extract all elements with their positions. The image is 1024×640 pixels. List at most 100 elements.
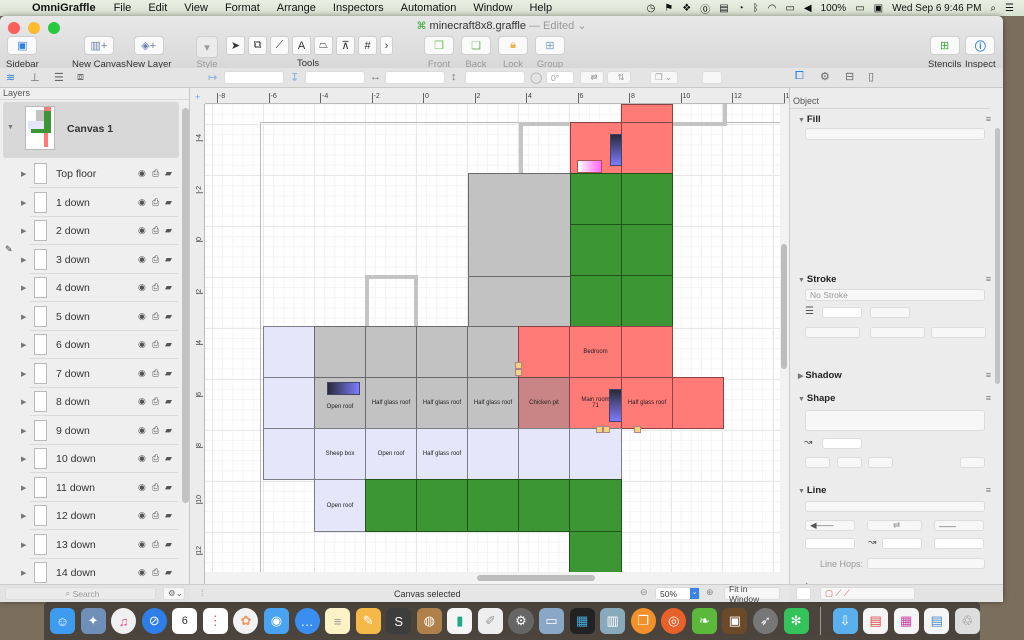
trash-icon[interactable]: ♲ [954,608,980,634]
printer-icon[interactable]: ⎙ [152,311,159,322]
printer-icon[interactable]: ⎙ [152,168,159,179]
half-glass-roof-cell[interactable]: Half glass roof [621,377,673,429]
green-cell[interactable] [570,224,622,276]
gray-block[interactable] [468,276,571,327]
document-title[interactable]: ⌘ minecraft8x8.graffle — Edited ⌄ [0,19,1003,32]
photos-icon[interactable]: ✿ [233,608,259,634]
canvas-outline-icon[interactable]: ⧈ [77,71,84,84]
arrange-popup[interactable]: ❐ ⌄ [650,71,678,84]
half-glass-roof-cell[interactable]: Half glass roof [416,377,468,429]
disclosure-icon[interactable]: ▶ [21,313,26,321]
printer-icon[interactable]: ⎙ [152,396,159,407]
visibility-eye-icon[interactable]: ◉ [138,453,146,464]
pen-tool-icon[interactable]: ⏢ [314,36,333,55]
swap-arrows-button[interactable]: ⇄ [867,520,922,531]
menu-inspectors[interactable]: Inspectors [333,2,384,14]
lock-icon[interactable]: ▰ [165,225,172,236]
visibility-eye-icon[interactable]: ◉ [138,168,146,179]
lock-icon[interactable]: ▰ [165,482,172,493]
lock-icon[interactable]: ▰ [165,339,172,350]
disclosure-icon[interactable]: ▶ [21,227,26,235]
lock-icon[interactable]: ▰ [165,425,172,436]
onepassword-icon[interactable]: ⓪ [700,1,710,16]
printer-icon[interactable]: ⎙ [152,425,159,436]
sidebar-button[interactable]: ▣ Sidebar [6,36,39,70]
red-cell[interactable] [518,326,570,378]
notes-app-icon[interactable]: ≡ [325,608,351,634]
finder-icon[interactable]: ☺ [50,608,76,634]
layer-row[interactable]: ▶ 14 down ◉ ⎙ ▰ [21,559,178,587]
time-machine-icon[interactable]: ◔ [738,3,744,14]
printer-icon[interactable]: ⎙ [152,482,159,493]
gray-cell[interactable] [467,326,519,378]
clock[interactable]: Wed Sep 6 9:46 PM [892,3,981,14]
more-tools-icon[interactable]: › [380,36,393,55]
selection-tool-icon[interactable]: ➤ [226,36,245,55]
new-canvas-button[interactable]: ▥+ New Canvas [72,36,126,70]
cap-style-buttons[interactable] [931,327,986,338]
properties-inspector-tab[interactable]: ⚙ [820,70,830,83]
lavender-cell[interactable] [263,326,315,378]
bedroom-cell[interactable]: Bedroom [569,326,622,378]
layer-row[interactable]: ▶ 4 down ◉ ⎙ ▰ [21,274,178,302]
canvas-item[interactable]: ▼ Canvas 1 [3,102,179,158]
lock-icon[interactable]: ▰ [165,510,172,521]
lock-button[interactable]: 🔒︎ Lock [498,36,528,70]
line-section-header[interactable]: ▼ Line [798,485,826,496]
chicken-pit-cell[interactable]: Chicken pit [518,377,570,429]
tweetbot-icon[interactable]: ◉ [263,608,289,634]
shape-op-button[interactable] [837,457,862,468]
shadow-section-header[interactable]: ▶ Shadow [798,370,842,381]
gray-cell[interactable] [416,326,468,378]
half-glass-roof-cell[interactable]: Half glass roof [467,377,519,429]
lock-icon[interactable]: ▰ [165,282,172,293]
green-cell[interactable] [621,275,673,327]
keynote-icon[interactable]: ✎ [355,608,381,634]
stroke-color-popup[interactable] [805,327,860,338]
printer-icon[interactable]: ⎙ [152,510,159,521]
head-arrow-popup[interactable]: —— [934,520,984,531]
layer-row[interactable]: ▶ 11 down ◉ ⎙ ▰ [21,474,178,502]
printer-icon[interactable]: ⎙ [152,254,159,265]
menu-edit[interactable]: Edit [148,2,167,14]
lavender-cell[interactable] [263,428,315,480]
x-position-field[interactable] [224,71,284,84]
tail-arrow-popup[interactable]: ◀—— [805,520,855,531]
safari-icon[interactable]: ⊘ [141,608,167,634]
firefox-icon[interactable]: ◎ [661,608,687,634]
connection-handle[interactable] [515,369,522,376]
spotlight-icon[interactable]: ⌕ [990,3,996,14]
network-icon[interactable]: ⚑ [664,3,673,14]
slack-icon[interactable]: S [386,608,412,634]
airplay-icon[interactable]: ▭ [785,3,794,14]
timer-icon[interactable]: ◷ [647,3,656,14]
layer-row[interactable]: ▶ 9 down ◉ ⎙ ▰ [21,417,178,445]
red-cell[interactable] [621,326,673,378]
open-roof-cell[interactable]: Open roof [314,479,366,532]
sidebar-scrollbar[interactable] [182,108,189,503]
connection-handle[interactable] [515,362,522,369]
notes-icon[interactable]: ▤ [719,3,728,14]
contacts-icon[interactable]: ◍ [416,608,442,634]
menu-view[interactable]: View [184,2,208,14]
stroke-section-header[interactable]: ▼ Stroke [798,274,836,285]
battery-icon[interactable]: ▭ [855,3,864,14]
printer-icon[interactable]: ⎙ [152,539,159,550]
disclosure-icon[interactable]: ▶ [21,484,26,492]
style-well[interactable] [796,587,811,600]
fit-in-window-button[interactable]: Fit in Window [724,584,780,602]
disclosure-icon[interactable]: ▶ [21,341,26,349]
dropbox-icon[interactable]: ❖ [682,3,691,14]
canvas-size-icon[interactable]: ⊥ [30,71,40,84]
new-layer-button[interactable]: ◈+ New Layer [126,36,171,70]
width-field[interactable] [385,71,445,84]
object-inspector-tab[interactable]: ⧠ [795,70,804,83]
zoom-out-icon[interactable]: ⊖ [640,587,648,598]
display-icon[interactable]: ▣ [874,3,883,14]
green-cell[interactable] [569,479,622,532]
gray-cell[interactable] [314,326,366,378]
itunes-icon[interactable]: ♫ [111,608,137,634]
extra-field[interactable] [702,71,722,84]
minecraft-icon[interactable]: ▣ [722,608,748,634]
layers-icon[interactable]: ≋ [6,71,15,84]
